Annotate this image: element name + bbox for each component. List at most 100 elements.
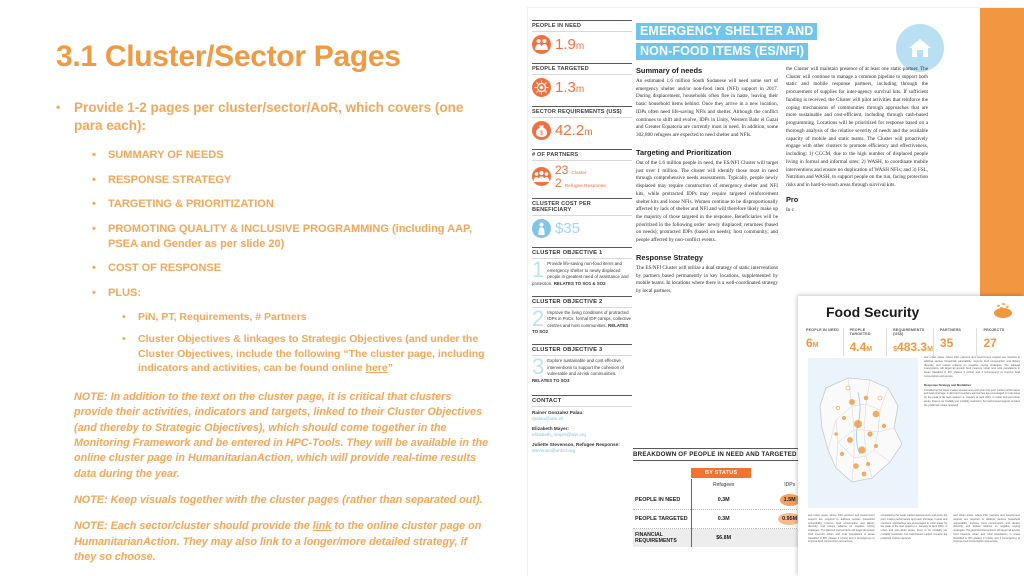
partner-label: Cluster bbox=[571, 171, 587, 176]
here-link[interactable]: here bbox=[366, 362, 388, 374]
contact-email[interactable]: rpalau@iom.int bbox=[532, 416, 632, 423]
objective-relates: RELATES TO SO3 bbox=[532, 377, 570, 383]
bullet-marker: • bbox=[92, 173, 96, 186]
bullet-marker: • bbox=[56, 100, 61, 114]
fs-strategy-heading: Response Strategy and Modalities bbox=[924, 382, 972, 387]
south-sudan-map bbox=[808, 358, 918, 508]
bullet-text: TARGETING & PRIORITIZATION bbox=[108, 198, 274, 211]
contact-name: Juliette Stevenson, Refugee Response: bbox=[532, 441, 620, 447]
bullet-text-main: Cluster Objectives & linkages to Strateg… bbox=[138, 332, 485, 375]
stat-unit: m bbox=[575, 41, 585, 52]
document-title-line1: EMERGENCY SHELTER AND bbox=[636, 23, 818, 40]
stat-label: PEOPLE IN NEED bbox=[532, 20, 632, 32]
fs-stat-label: PROJECTS bbox=[983, 328, 1005, 332]
bullet-marker: • bbox=[122, 332, 126, 345]
partner-label: Refugee Response bbox=[564, 183, 606, 189]
cell-refugees-pt: 0.3M bbox=[690, 509, 756, 529]
cluster-objective-3: CLUSTER OBJECTIVE 3 3 Explore sustainable… bbox=[532, 344, 632, 384]
fs-lower-col1: and urban areas, where FSC partners and … bbox=[808, 514, 875, 544]
objective-body: 3 Explore sustainable and cost effective … bbox=[532, 356, 632, 384]
contact-email[interactable]: elizabeth_mayer@wvi.org bbox=[532, 432, 632, 439]
fs-stat-value: 4.4M bbox=[850, 340, 873, 354]
target-people-icon bbox=[532, 78, 551, 97]
note-monitoring-framework: NOTE: In addition to the text on the clu… bbox=[74, 390, 489, 480]
bullet-promoting-quality: • PROMOTING QUALITY & INCLUSIVE PROGRAMM… bbox=[56, 222, 492, 253]
food-security-stats: PEOPLE IN NEED 6M PEOPLE TARGETED 4.4M R… bbox=[804, 328, 1020, 356]
fs-lower-col2: Considering the weak market assessments … bbox=[880, 514, 948, 540]
bullet-plus: • PLUS: bbox=[56, 286, 492, 301]
stat-partners: # OF PARTNERS 23 Cluster 2 Refugee Respo… bbox=[532, 149, 632, 189]
slide-left-pane: 3.1 Cluster/Sector Pages • Provide 1-2 p… bbox=[0, 0, 520, 576]
contact-head: CONTACT bbox=[532, 394, 632, 407]
fs-number: 6 bbox=[806, 336, 813, 350]
partner-lines: 23 Cluster 2 Refugee Response bbox=[555, 164, 606, 189]
stat-row: 23 Cluster 2 Refugee Response bbox=[532, 164, 632, 189]
note-part-a: NOTE: Each sector/cluster should provide… bbox=[74, 520, 313, 533]
targeting-heading: Targeting and Prioritization bbox=[636, 147, 732, 157]
stat-value: 1.9m bbox=[555, 37, 584, 52]
food-security-page: Food Security PEOPLE IN NEED 6M PEOPLE T… bbox=[798, 296, 1024, 576]
fs-stat-people-targeted: PEOPLE TARGETED 4.4M bbox=[842, 328, 887, 356]
next-section-heading-partial: Pro bbox=[786, 194, 799, 204]
fs-overview-body: and urban areas, where FSC partners and … bbox=[924, 356, 1020, 378]
bullet-level1: • Provide 1-2 pages per cluster/sector/A… bbox=[56, 99, 492, 135]
cell-refugees-pin: 0.3M bbox=[690, 491, 756, 510]
fs-stat-label: REQUIREMENTS (US$) bbox=[893, 328, 925, 336]
bullet-marker: • bbox=[92, 262, 96, 275]
slide-root: 3.1 Cluster/Sector Pages • Provide 1-2 p… bbox=[0, 0, 1024, 576]
people-icon bbox=[532, 35, 551, 54]
partner-number: 2 bbox=[555, 175, 562, 190]
objective-head: CLUSTER OBJECTIVE 1 bbox=[532, 247, 632, 260]
stat-cost-per-beneficiary: CLUSTER COST PER BENEFICIARY $35 bbox=[532, 198, 632, 239]
orange-sidebar-decoration bbox=[980, 8, 1024, 313]
objective-number: 1 bbox=[532, 257, 545, 283]
row-label-financial-requirements: FINANCIAL REQUIREMENTS bbox=[635, 532, 677, 544]
fs-lower-col3: and urban areas, where FSC partners and … bbox=[953, 514, 1021, 544]
bullet-marker: • bbox=[92, 198, 96, 211]
objective-head: CLUSTER OBJECTIVE 3 bbox=[532, 344, 632, 357]
fs-stat-requirements: REQUIREMENTS (US$) $483.3M bbox=[886, 328, 933, 356]
contact-item: Rainer Gonzalez Palau: rpalau@iom.int bbox=[532, 410, 632, 423]
bullet-text: PiN, PT, Requirements, # Partners bbox=[138, 311, 307, 324]
food-bowl-icon bbox=[990, 300, 1016, 320]
document-column-middle: Summary of needs An estimated 1.6 millio… bbox=[636, 66, 778, 301]
value-bubble: 1.5M bbox=[779, 494, 800, 506]
cluster-objective-2: CLUSTER OBJECTIVE 2 2 Improve the living … bbox=[532, 295, 632, 336]
cluster-objective-1: CLUSTER OBJECTIVE 1 1 Provide life-saving… bbox=[532, 247, 632, 287]
partner-line-cluster: 23 Cluster bbox=[555, 164, 606, 177]
row-label-people-in-need: PEOPLE IN NEED bbox=[633, 491, 691, 510]
food-security-right-text: and urban areas, where FSC partners and … bbox=[924, 356, 1020, 411]
bullet-text: RESPONSE STRATEGY bbox=[108, 173, 232, 186]
bullet-marker: • bbox=[92, 286, 96, 299]
bullet-cost-of-response: • COST OF RESPONSE bbox=[56, 261, 492, 276]
fs-stat-value: $483.3M bbox=[893, 340, 933, 354]
money-bag-icon: $ bbox=[532, 121, 551, 140]
stat-number: 1.9 bbox=[555, 36, 576, 53]
targeting-body: Out of the 1.6 million people in need, t… bbox=[636, 159, 778, 244]
link-word[interactable]: link bbox=[313, 520, 332, 532]
stat-label: CLUSTER COST PER BENEFICIARY bbox=[532, 198, 632, 217]
fs-stat-label: PARTNERS bbox=[939, 328, 962, 332]
bullet-summary-of-needs: • SUMMARY OF NEEDS bbox=[56, 148, 492, 163]
stat-number: 42.2 bbox=[555, 122, 585, 139]
stat-row: $ 42.2m bbox=[532, 121, 632, 140]
contact-email[interactable]: stevenso@unhcr.org bbox=[532, 448, 632, 455]
contact-item: Juliette Stevenson, Refugee Response: st… bbox=[532, 442, 632, 455]
stat-unit: m bbox=[575, 84, 585, 95]
fs-stat-projects: PROJECTS 27 bbox=[976, 328, 1020, 356]
objective-body: 2 Improve the living conditions of protra… bbox=[532, 307, 632, 336]
fs-number: 483.3 bbox=[897, 340, 928, 354]
stat-people-in-need: PEOPLE IN NEED 1.9m bbox=[532, 20, 632, 54]
column-header-refugees: Refugees bbox=[690, 479, 756, 491]
stat-value: $35 bbox=[555, 220, 581, 238]
bullet-level1-text: Provide 1-2 pages per cluster/sector/AoR… bbox=[74, 100, 464, 134]
next-section-body-partial: In c bbox=[786, 206, 794, 213]
summary-of-needs-heading: Summary of needs bbox=[636, 66, 703, 75]
document-title: EMERGENCY SHELTER AND NON-FOOD ITEMS (ES… bbox=[636, 22, 886, 62]
stat-row: 1.3m bbox=[532, 78, 632, 97]
stat-number: 1.3 bbox=[555, 79, 576, 96]
stat-value: 42.2m bbox=[555, 123, 593, 138]
bullet-text: COST OF RESPONSE bbox=[108, 262, 222, 275]
bullet-text: Cluster Objectives & linkages to Strateg… bbox=[138, 332, 485, 375]
contact-name: Elizabeth Mayer: bbox=[532, 425, 569, 431]
